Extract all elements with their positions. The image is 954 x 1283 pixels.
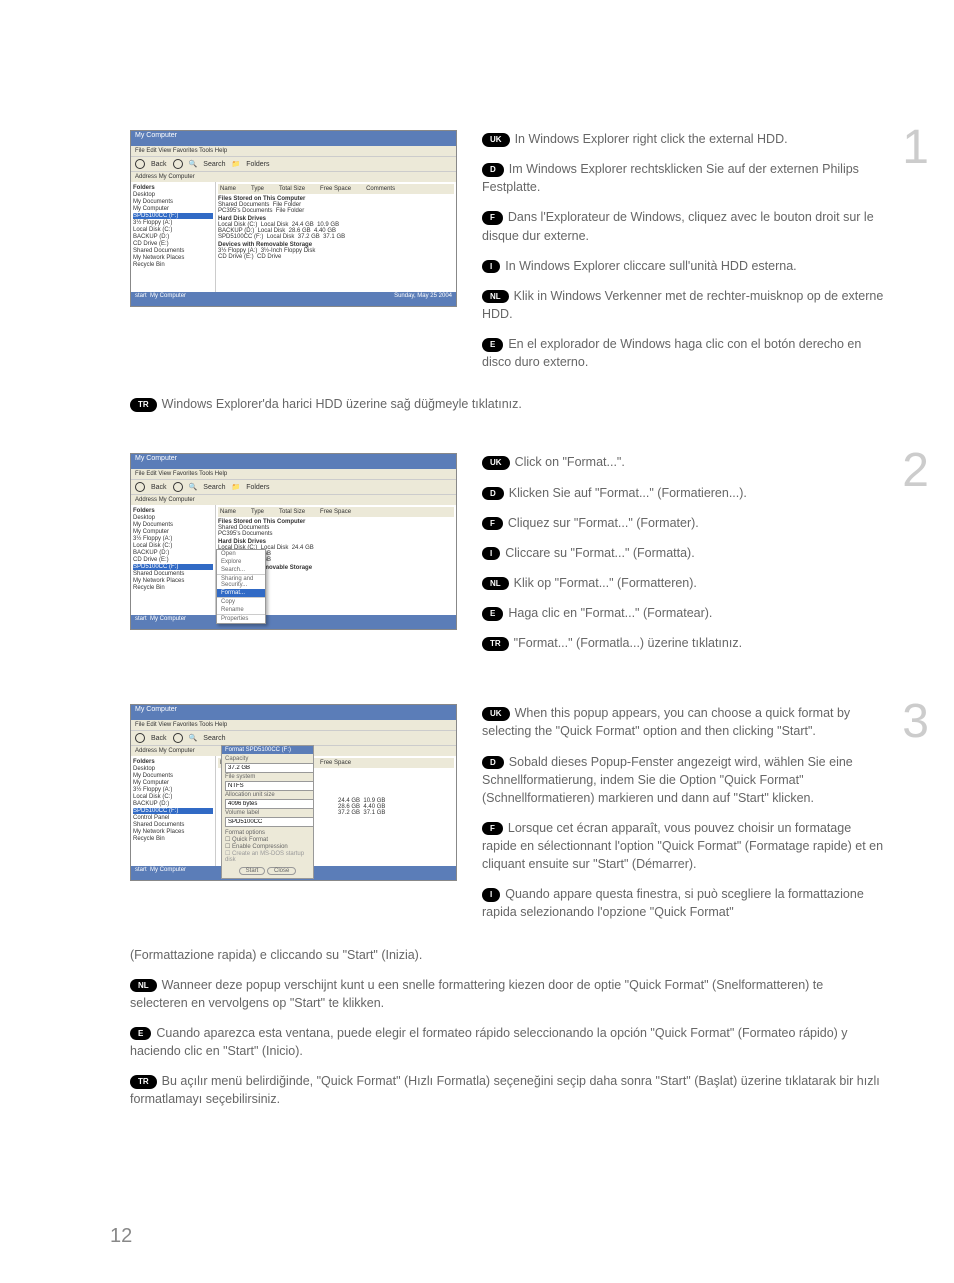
lang-d: D	[482, 756, 504, 770]
back-icon	[135, 159, 145, 169]
lang-uk: UK	[482, 456, 510, 470]
lang-f: F	[482, 822, 503, 836]
page-number: 12	[110, 1225, 132, 1248]
window-title: My Computer	[131, 131, 456, 146]
lang-d: D	[482, 487, 504, 501]
toolbar: Back🔍Search📁Folders	[131, 156, 456, 172]
start-button[interactable]: Start	[239, 867, 266, 875]
lang-nl: NL	[130, 979, 157, 993]
window-title: My Computer	[131, 705, 456, 720]
folders-icon: 📁	[231, 160, 240, 168]
fwd-icon	[173, 482, 183, 492]
back-icon	[135, 482, 145, 492]
context-menu: OpenExploreSearch... Sharing and Securit…	[216, 549, 266, 624]
folders-icon: 📁	[231, 483, 240, 491]
search-icon: 🔍	[189, 734, 198, 742]
lang-uk: UK	[482, 133, 510, 147]
allocation-select[interactable]	[225, 799, 314, 809]
step3-text: UKWhen this popup appears, you can choos…	[482, 704, 884, 933]
lang-nl: NL	[482, 577, 509, 591]
lang-e: E	[482, 338, 503, 352]
lang-i: I	[482, 888, 500, 902]
fwd-icon	[173, 159, 183, 169]
search-icon: 🔍	[189, 160, 198, 168]
filesystem-select[interactable]	[225, 781, 314, 791]
window-title: My Computer	[131, 454, 456, 469]
lang-nl: NL	[482, 290, 509, 304]
lang-tr: TR	[130, 398, 157, 412]
screenshot-3: My Computer File Edit View Favorites Too…	[130, 704, 457, 881]
lang-i: I	[482, 260, 500, 274]
lang-i: I	[482, 547, 500, 561]
menu-bar: File Edit View Favorites Tools Help	[131, 720, 456, 730]
volume-label-input[interactable]	[225, 817, 314, 827]
folder-tree: Folders DesktopMy DocumentsMy Computer 3…	[131, 505, 216, 628]
content-pane: NameTypeTotal SizeFree SpaceComments Fil…	[216, 182, 456, 305]
lang-d: D	[482, 163, 504, 177]
lang-f: F	[482, 211, 503, 225]
menu-bar: File Edit View Favorites Tools Help	[131, 469, 456, 479]
toolbar: Back🔍Search📁Folders	[131, 479, 456, 495]
capacity-select[interactable]	[225, 763, 314, 773]
menu-bar: File Edit View Favorites Tools Help	[131, 146, 456, 156]
screenshot-1: My Computer File Edit View Favorites Too…	[130, 130, 457, 307]
fwd-icon	[173, 733, 183, 743]
format-dialog: Format SPD5100CC (F:) Capacity File syst…	[221, 745, 314, 879]
step1-text: UKIn Windows Explorer right click the ex…	[482, 130, 884, 383]
search-icon: 🔍	[189, 483, 198, 491]
folder-tree: Folders DesktopMy DocumentsMy Computer S…	[131, 182, 216, 305]
close-button[interactable]: Close	[267, 867, 296, 875]
step-number-3: 3	[902, 694, 929, 749]
address-bar: Address My Computer	[131, 172, 456, 182]
toolbar: Back🔍Search	[131, 730, 456, 746]
format-menu-item[interactable]: Format...	[217, 589, 265, 597]
lang-tr: TR	[482, 637, 509, 651]
taskbar: start My Computer	[131, 615, 456, 629]
step2-text: UKClick on "Format...". DKlicken Sie auf…	[482, 453, 884, 664]
address-bar: Address My Computer	[131, 495, 456, 505]
screenshot-2: My Computer File Edit View Favorites Too…	[130, 453, 457, 630]
back-icon	[135, 733, 145, 743]
lang-uk: UK	[482, 707, 510, 721]
step3-text-below: (Formattazione rapida) e cliccando su "S…	[130, 946, 884, 1109]
taskbar: start My ComputerSunday, May 25 2004	[131, 292, 456, 306]
step-number-2: 2	[902, 443, 929, 498]
step-number-1: 1	[902, 120, 929, 175]
lang-tr: TR	[130, 1075, 157, 1089]
folder-tree: Folders DesktopMy DocumentsMy Computer 3…	[131, 756, 216, 879]
lang-e: E	[130, 1027, 151, 1041]
lang-e: E	[482, 607, 503, 621]
lang-f: F	[482, 517, 503, 531]
